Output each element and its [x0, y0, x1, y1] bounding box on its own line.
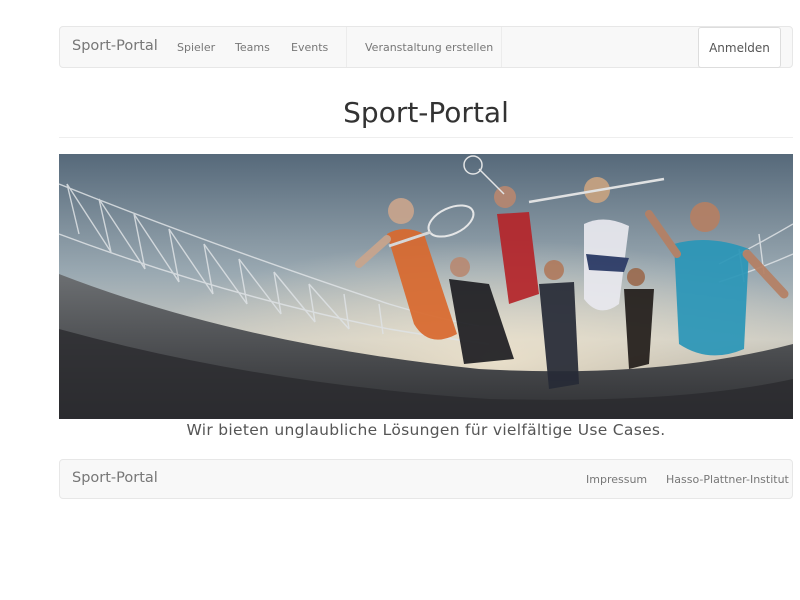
navbar-brand[interactable]: Sport-Portal [72, 38, 158, 54]
nav-link-events[interactable]: Events [291, 41, 328, 54]
title-divider [59, 137, 793, 138]
tagline: Wir bieten unglaubliche Lösungen für vie… [186, 421, 666, 439]
nav-link-teams[interactable]: Teams [235, 41, 270, 54]
nav-link-create-event[interactable]: Veranstaltung erstellen [365, 41, 493, 54]
nav-link-spieler[interactable]: Spieler [177, 41, 215, 54]
footer-navbar: Sport-Portal Impressum Hasso-Plattner-In… [59, 459, 793, 499]
top-navbar: Sport-Portal Spieler Teams Events Verans… [59, 26, 793, 68]
nav-divider [346, 27, 347, 67]
login-button[interactable]: Anmelden [698, 27, 781, 68]
footer-brand[interactable]: Sport-Portal [72, 470, 158, 486]
page-title: Sport-Portal [343, 96, 509, 129]
nav-divider [501, 27, 502, 67]
hero-banner-image [59, 154, 793, 419]
footer-link-hpi[interactable]: Hasso-Plattner-Institut [666, 473, 789, 486]
footer-link-impressum[interactable]: Impressum [586, 473, 647, 486]
